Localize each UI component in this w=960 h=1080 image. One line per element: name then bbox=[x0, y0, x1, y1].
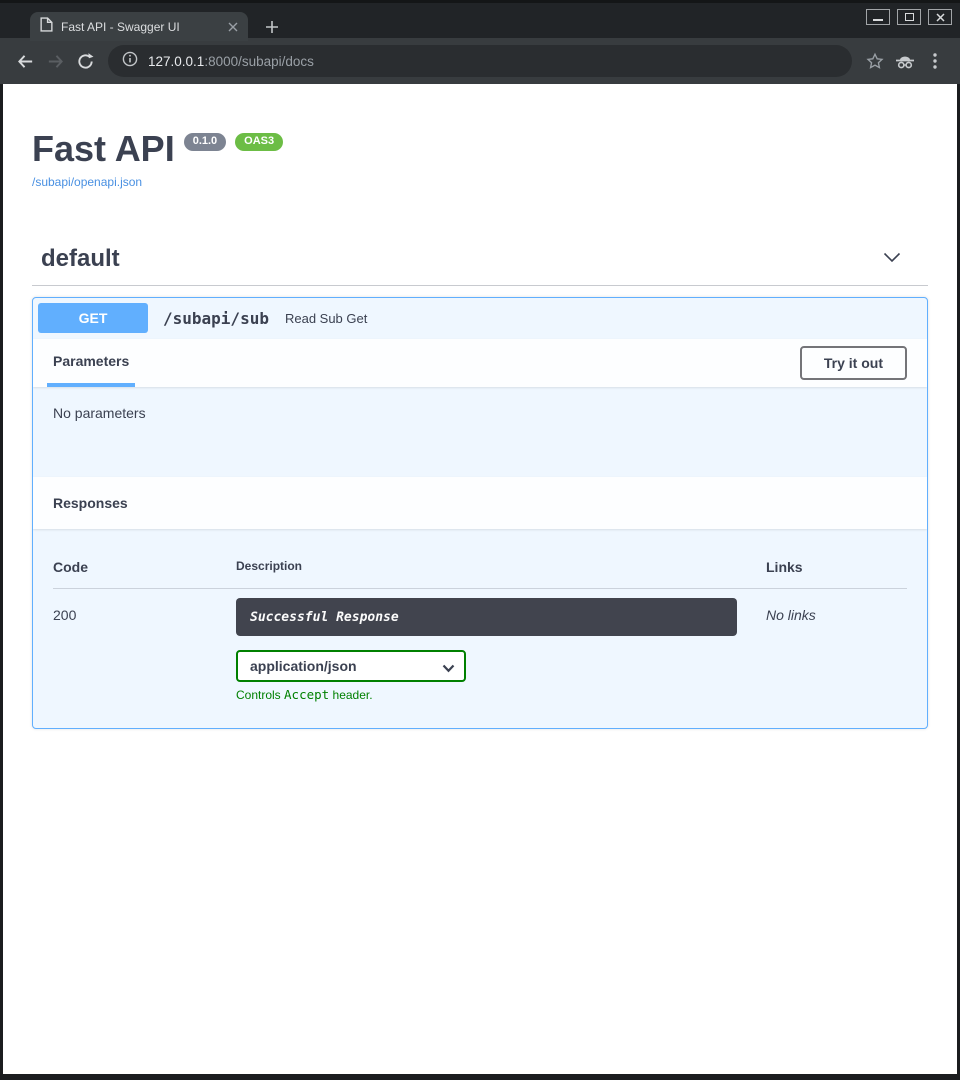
operation-block-get: GET /subapi/sub Read Sub Get Parameters … bbox=[32, 297, 928, 729]
tab-parameters[interactable]: Parameters bbox=[47, 339, 135, 387]
browser-tab[interactable]: Fast API - Swagger UI bbox=[30, 12, 248, 41]
window-controls bbox=[866, 9, 952, 25]
accept-header-note: Controls Accept header. bbox=[236, 687, 766, 702]
address-bar[interactable]: 127.0.0.1:8000/subapi/docs bbox=[108, 45, 852, 77]
response-description-box: Successful Response bbox=[236, 598, 737, 636]
minimize-button[interactable] bbox=[866, 9, 890, 25]
collapse-chevron-icon[interactable] bbox=[883, 250, 901, 268]
responses-header: Responses bbox=[33, 477, 927, 529]
responses-table-header: Code Description Links bbox=[53, 559, 907, 589]
response-row-200: 200 Successful Response application/json bbox=[53, 589, 907, 702]
page-title: Fast API bbox=[32, 130, 175, 168]
response-code: 200 bbox=[53, 598, 236, 623]
responses-title: Responses bbox=[53, 495, 128, 511]
parameters-header: Parameters Try it out bbox=[33, 339, 927, 387]
back-icon[interactable] bbox=[10, 46, 40, 76]
url-text: 127.0.0.1:8000/subapi/docs bbox=[148, 54, 314, 69]
column-description: Description bbox=[236, 559, 766, 575]
tab-close-icon[interactable] bbox=[228, 22, 238, 32]
tag-section-header[interactable]: default bbox=[32, 245, 928, 286]
swagger-ui: Fast API 0.1.0 OAS3 /subapi/openapi.json… bbox=[3, 84, 957, 729]
column-code: Code bbox=[53, 559, 236, 575]
media-type-select[interactable]: application/json bbox=[236, 650, 466, 682]
try-it-out-button[interactable]: Try it out bbox=[800, 346, 907, 380]
operation-summary[interactable]: GET /subapi/sub Read Sub Get bbox=[33, 298, 927, 339]
url-path: :8000/subapi/docs bbox=[204, 54, 314, 69]
page-content: Fast API 0.1.0 OAS3 /subapi/openapi.json… bbox=[3, 84, 957, 1074]
method-get-button[interactable]: GET bbox=[38, 303, 148, 333]
api-title-row: Fast API 0.1.0 OAS3 bbox=[32, 130, 928, 168]
version-badge: 0.1.0 bbox=[184, 133, 226, 151]
url-host: 127.0.0.1 bbox=[148, 54, 204, 69]
bookmark-star-icon[interactable] bbox=[860, 46, 890, 76]
browser-window: Fast API - Swagger UI bbox=[0, 0, 960, 1080]
response-links: No links bbox=[766, 598, 907, 623]
operation-summary-text: Read Sub Get bbox=[285, 311, 367, 326]
incognito-icon bbox=[890, 46, 920, 76]
menu-kebab-icon[interactable] bbox=[920, 46, 950, 76]
forward-icon[interactable] bbox=[40, 46, 70, 76]
media-type-select-wrap: application/json bbox=[236, 650, 466, 682]
operation-path: /subapi/sub bbox=[163, 309, 269, 328]
no-parameters-message: No parameters bbox=[53, 405, 146, 421]
tab-title: Fast API - Swagger UI bbox=[61, 20, 228, 34]
tag-name: default bbox=[41, 245, 120, 273]
maximize-button[interactable] bbox=[897, 9, 921, 25]
response-description-text: Successful Response bbox=[250, 610, 399, 625]
browser-titlebar: Fast API - Swagger UI bbox=[0, 0, 960, 38]
column-links: Links bbox=[766, 559, 907, 575]
openapi-spec-link[interactable]: /subapi/openapi.json bbox=[32, 175, 142, 189]
site-info-icon[interactable] bbox=[122, 51, 138, 72]
parameters-body: No parameters bbox=[33, 387, 927, 477]
media-type-section: application/json Controls Accept header. bbox=[236, 650, 766, 702]
oas3-badge: OAS3 bbox=[235, 133, 283, 151]
new-tab-icon[interactable] bbox=[262, 17, 282, 37]
responses-body: Code Description Links 200 Successful Re… bbox=[33, 529, 927, 728]
close-button[interactable] bbox=[928, 9, 952, 25]
response-description-cell: Successful Response application/json bbox=[236, 598, 766, 702]
accept-code: Accept bbox=[284, 687, 329, 702]
page-favicon-icon bbox=[40, 17, 53, 37]
reload-icon[interactable] bbox=[70, 46, 100, 76]
browser-toolbar: 127.0.0.1:8000/subapi/docs bbox=[0, 38, 960, 84]
